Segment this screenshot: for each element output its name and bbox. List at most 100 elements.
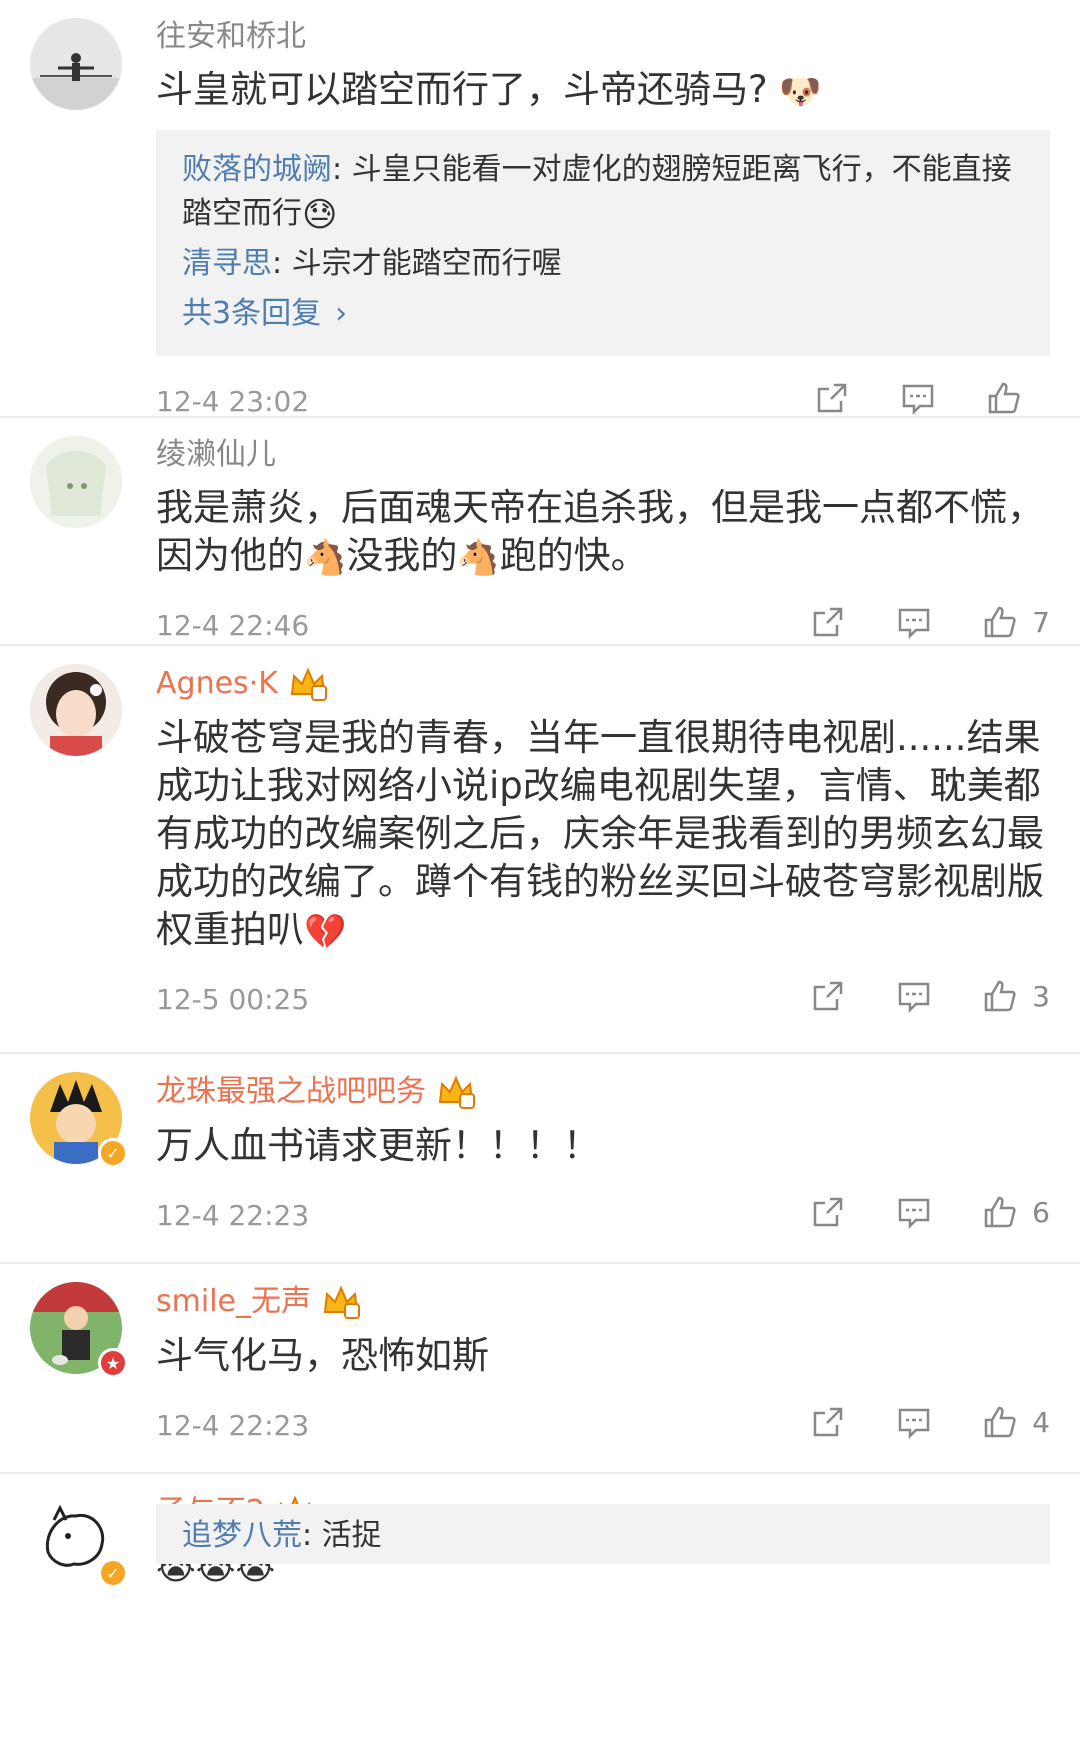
comment-meta: 12-4 22:23 — [156, 1178, 1050, 1254]
username[interactable]: 龙珠最强之战吧吧务 — [156, 1072, 1050, 1112]
avatar[interactable] — [30, 436, 122, 528]
timestamp: 12-4 22:46 — [156, 609, 310, 642]
username[interactable]: 绫濑仙儿 — [156, 436, 1050, 474]
like-button[interactable]: 4 — [982, 1404, 1050, 1440]
share-button[interactable] — [810, 604, 846, 640]
comment-text: 万人血书请求更新！！！！ — [156, 1122, 1050, 1170]
comment-button[interactable] — [896, 1194, 932, 1230]
thumbs-up-icon — [984, 980, 1016, 1012]
username-text[interactable]: 往安和桥北 — [156, 18, 306, 56]
comment-actions: 7 — [760, 604, 1050, 640]
like-button[interactable] — [986, 380, 1050, 416]
comment-button[interactable] — [896, 978, 932, 1014]
thumbs-up-icon — [988, 382, 1020, 414]
comment-button[interactable] — [900, 380, 936, 416]
verified-badge-icon: ✓ — [98, 1138, 128, 1168]
avatar[interactable]: ✓ — [30, 1492, 128, 1588]
vip-crown-icon — [438, 1075, 475, 1109]
thumbs-up-icon — [984, 606, 1016, 638]
comment-text-part: 跑的快。 — [499, 534, 648, 577]
horse-emoji-icon: 🐴 — [304, 537, 347, 578]
more-replies-label[interactable]: 共3条回复 — [182, 296, 321, 331]
comment-text-part: 没我的 — [346, 534, 458, 577]
reply-text: : 斗宗才能踏空而行喔 — [272, 246, 562, 281]
avatar[interactable] — [30, 18, 122, 110]
comment-text-content: 斗皇就可以踏空而行了，斗帝还骑马? — [156, 68, 768, 111]
like-count: 3 — [1032, 979, 1050, 1013]
horse-emoji-icon: 🐴 — [457, 537, 500, 578]
verified-badge-icon: ✓ — [98, 1558, 128, 1588]
username[interactable]: 往安和桥北 — [156, 18, 1050, 56]
comment-icon — [898, 982, 930, 1014]
avatar[interactable]: ★ — [30, 1282, 128, 1378]
reply-item[interactable]: 清寻思: 斗宗才能踏空而行喔 — [182, 242, 1024, 286]
reply-text: : 活捉 — [302, 1518, 382, 1553]
share-button[interactable] — [810, 1404, 846, 1440]
like-count: 6 — [1032, 1195, 1050, 1229]
timestamp: 12-4 22:23 — [156, 1409, 310, 1442]
username-text[interactable]: 绫濑仙儿 — [156, 436, 276, 474]
comment-item: 绫濑仙儿 我是萧炎，后面魂天帝在追杀我，但是我一点都不慌，因为他的🐴没我的🐴跑的… — [0, 418, 1080, 646]
comment-button[interactable] — [896, 1404, 932, 1440]
like-button[interactable]: 6 — [982, 1194, 1050, 1230]
comment-meta: 12-5 00:25 3 — [156, 962, 1050, 1038]
comment-actions: 4 — [760, 1404, 1050, 1440]
comment-actions: 3 — [760, 978, 1050, 1014]
verified-badge-icon: ★ — [98, 1348, 128, 1378]
reply-username[interactable]: 败落的城阙 — [182, 152, 332, 187]
comment-feed: 往安和桥北 斗皇就可以踏空而行了，斗帝还骑马? 🐶 败落的城阙: 斗皇只能看一对… — [0, 0, 1080, 1756]
like-count: 4 — [1032, 1405, 1050, 1439]
username[interactable]: Agnes·K — [156, 664, 1050, 704]
doge-emoji-icon: 🐶 — [779, 71, 822, 112]
sweat-emoji-icon: 😓 — [302, 194, 338, 235]
comment-text-content: 斗破苍穹是我的青春，当年一直很期待电视剧......结果成功让我对网络小说ip改… — [156, 716, 1044, 951]
comment-item: Agnes·K 斗破苍穹是我的青春，当年一直很期待电视剧......结果成功让我… — [0, 646, 1080, 1054]
username-text[interactable]: Agnes·K — [156, 665, 278, 703]
thumbs-up-icon — [984, 1196, 1016, 1228]
thumbs-up-icon — [984, 1406, 1016, 1438]
comment-icon — [902, 384, 934, 416]
comment-actions: 6 — [760, 1194, 1050, 1230]
reply-preview-box[interactable]: 追梦八荒: 活捉 — [156, 1504, 1050, 1564]
reply-username[interactable]: 追梦八荒 — [182, 1518, 302, 1553]
timestamp: 12-5 00:25 — [156, 983, 310, 1016]
username-text[interactable]: 龙珠最强之战吧吧务 — [156, 1073, 426, 1111]
comment-item: ✓ 龙珠最强之战吧吧务 万人血书请求更新！！！！ 12-4 22:23 6 — [0, 1054, 1080, 1264]
avatar[interactable]: ✓ — [30, 1072, 128, 1168]
comment-text: 我是萧炎，后面魂天帝在追杀我，但是我一点都不慌，因为他的🐴没我的🐴跑的快。 — [156, 484, 1050, 580]
timestamp: 12-4 22:23 — [156, 1199, 310, 1232]
like-button[interactable]: 7 — [982, 604, 1050, 640]
comment-icon — [898, 1198, 930, 1230]
share-button[interactable] — [810, 1194, 846, 1230]
more-replies-link[interactable]: 共3条回复 › — [182, 292, 1024, 336]
comment-icon — [898, 608, 930, 640]
share-icon — [817, 383, 847, 413]
comment-item: 往安和桥北 斗皇就可以踏空而行了，斗帝还骑马? 🐶 败落的城阙: 斗皇只能看一对… — [0, 0, 1080, 418]
reply-item[interactable]: 败落的城阙: 斗皇只能看一对虚化的翅膀短距离飞行，不能直接踏空而行😓 — [182, 148, 1024, 236]
share-button[interactable] — [810, 978, 846, 1014]
broken-heart-emoji-icon: 💔 — [304, 911, 347, 952]
comment-text-content: 万人血书请求更新！！！！ — [156, 1124, 600, 1167]
timestamp: 12-4 23:02 — [156, 385, 310, 418]
share-icon — [813, 1197, 843, 1227]
reply-username[interactable]: 清寻思 — [182, 246, 272, 281]
comment-text: 斗皇就可以踏空而行了，斗帝还骑马? 🐶 — [156, 66, 1050, 114]
share-icon — [813, 981, 843, 1011]
reply-preview-box[interactable]: 败落的城阙: 斗皇只能看一对虚化的翅膀短距离飞行，不能直接踏空而行😓 清寻思: … — [156, 130, 1050, 356]
chevron-right-icon: › — [335, 296, 348, 331]
like-count: 7 — [1032, 605, 1050, 639]
comment-text: 斗破苍穹是我的青春，当年一直很期待电视剧......结果成功让我对网络小说ip改… — [156, 714, 1050, 954]
avatar[interactable] — [30, 664, 122, 756]
comment-actions — [764, 380, 1050, 416]
comment-button[interactable] — [896, 604, 932, 640]
username[interactable]: smile_无声 — [156, 1282, 1050, 1322]
username-text[interactable]: smile_无声 — [156, 1283, 311, 1321]
vip-crown-icon — [323, 1285, 360, 1319]
comment-meta: 12-4 22:23 — [156, 1388, 1050, 1464]
like-button[interactable]: 3 — [982, 978, 1050, 1014]
share-icon — [813, 1407, 843, 1437]
comment-text: 斗气化马，恐怖如斯 — [156, 1332, 1050, 1380]
comment-icon — [898, 1408, 930, 1440]
share-button[interactable] — [814, 380, 850, 416]
share-icon — [813, 607, 843, 637]
